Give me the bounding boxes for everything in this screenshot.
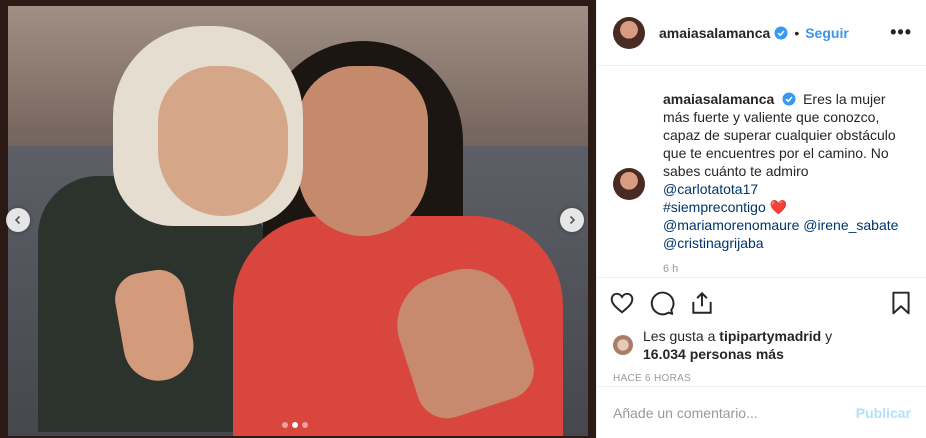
- heart-emoji: ❤️: [769, 199, 788, 215]
- photo-image[interactable]: [8, 6, 588, 436]
- post-photo[interactable]: [0, 0, 596, 438]
- comments-list[interactable]: amaiasalamanca Eres la mujer más fuerte …: [597, 66, 926, 277]
- comment-input[interactable]: [613, 404, 856, 421]
- verified-badge-icon: [774, 26, 788, 39]
- carousel-prev-button[interactable]: [6, 208, 30, 232]
- caption-text-block: amaiasalamanca Eres la mujer más fuerte …: [663, 90, 910, 277]
- hashtag-link[interactable]: #siemprecontigo: [663, 199, 766, 215]
- photo-face-left: [158, 66, 288, 216]
- carousel-next-button[interactable]: [560, 208, 584, 232]
- share-icon[interactable]: [689, 290, 715, 316]
- avatar[interactable]: [613, 16, 645, 49]
- chevron-left-icon: [14, 215, 21, 225]
- header-username[interactable]: amaiasalamanca: [659, 25, 770, 41]
- carousel-dot-active: [292, 422, 298, 428]
- liker-username[interactable]: tipipartymadrid: [719, 328, 821, 344]
- caption-username[interactable]: amaiasalamanca: [663, 91, 774, 107]
- post-side-panel: amaiasalamanca • Seguir ••• amaiasalaman…: [596, 0, 926, 438]
- mention-links[interactable]: @mariamorenomaure @irene_sabate: [663, 216, 910, 234]
- publish-button[interactable]: Publicar: [856, 405, 911, 421]
- mention-link[interactable]: @carlotatota17: [663, 180, 910, 198]
- photo-face-right: [298, 66, 428, 236]
- header-separator: •: [794, 24, 800, 41]
- action-bar: [597, 277, 926, 327]
- mention-link[interactable]: @cristinagrijaba: [663, 234, 910, 252]
- heart-icon[interactable]: [609, 290, 635, 316]
- likes-summary: Les gusta a tipipartymadrid y 16.034 per…: [597, 327, 926, 363]
- post-header: amaiasalamanca • Seguir •••: [597, 0, 926, 66]
- carousel-dot: [282, 422, 288, 428]
- likes-prefix: Les gusta a: [643, 328, 716, 344]
- follow-button[interactable]: Seguir: [805, 25, 849, 41]
- likes-count-button[interactable]: 16.034 personas más: [643, 346, 784, 362]
- comment-icon[interactable]: [649, 290, 675, 316]
- avatar[interactable]: [613, 168, 645, 200]
- carousel-dot: [302, 422, 308, 428]
- bookmark-icon[interactable]: [888, 290, 914, 316]
- likes-conjunction: y: [825, 328, 833, 344]
- post-timestamp[interactable]: HACE 6 HORAS: [597, 363, 926, 384]
- add-comment-bar: Publicar: [597, 386, 926, 438]
- verified-badge-icon: [782, 92, 796, 106]
- more-options-button[interactable]: •••: [890, 22, 912, 43]
- likes-text: Les gusta a tipipartymadrid y 16.034 per…: [643, 327, 832, 363]
- carousel-indicator: [282, 422, 308, 428]
- liker-avatar[interactable]: [613, 335, 633, 355]
- caption-comment: amaiasalamanca Eres la mujer más fuerte …: [613, 90, 910, 277]
- chevron-right-icon: [569, 215, 576, 225]
- caption-timestamp: 6 h: [663, 263, 679, 275]
